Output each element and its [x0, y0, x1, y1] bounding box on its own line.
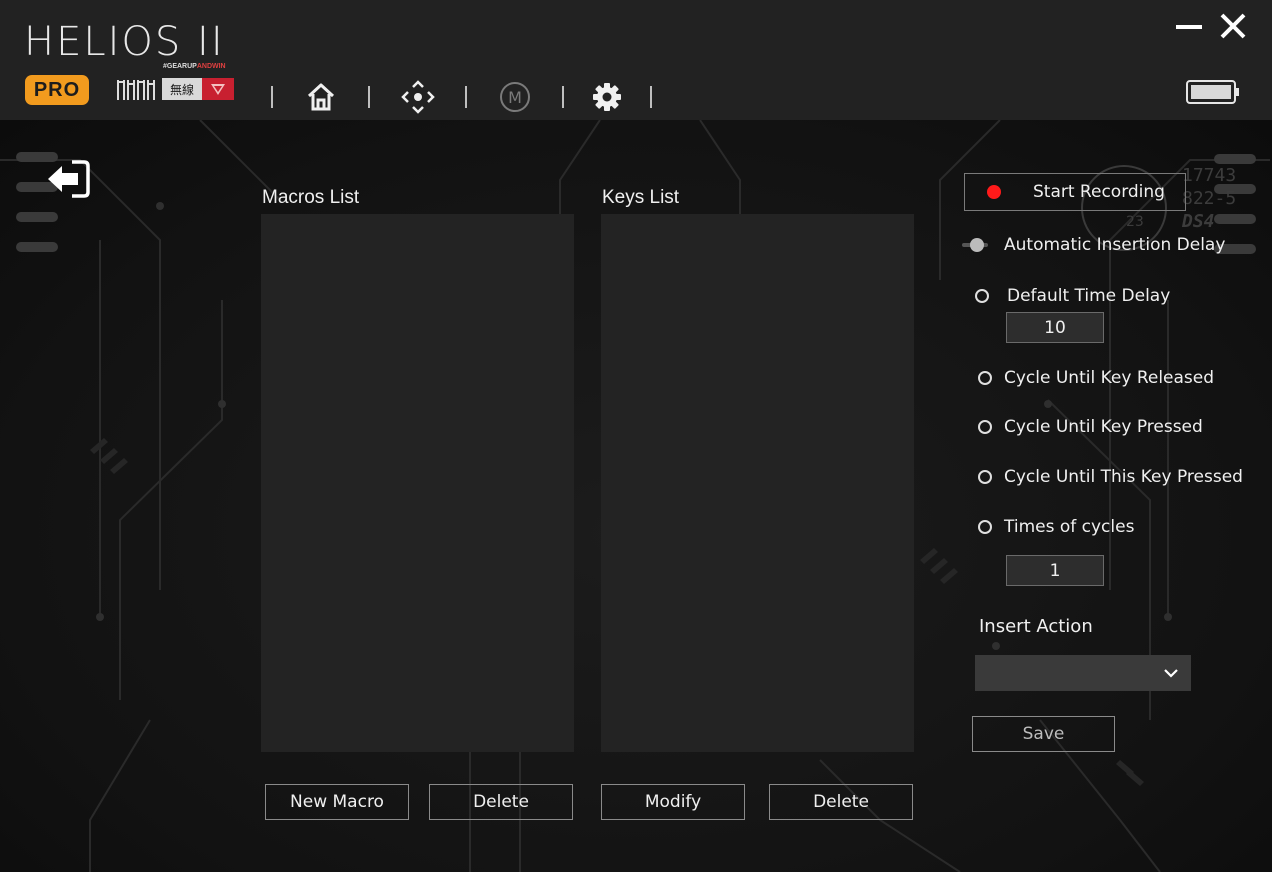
auto-delay-label: Automatic Insertion Delay [1004, 235, 1226, 255]
cycle-until-released-option[interactable]: Cycle Until Key Released [978, 368, 1214, 388]
pro-badge: PRO [25, 75, 89, 105]
keys-list-title: Keys List [602, 187, 680, 208]
cycle-released-radio[interactable] [978, 371, 992, 385]
close-icon[interactable] [1216, 10, 1250, 44]
delete-key-button[interactable]: Delete [769, 784, 913, 820]
chevron-down-icon [1163, 665, 1179, 681]
decor-line: 822-5 [1182, 188, 1237, 209]
decor-line: 17743 [1182, 165, 1237, 186]
decor-text: 17743 822-5 DS4 [1182, 164, 1236, 233]
cycle-pressed-radio[interactable] [978, 420, 992, 434]
insert-action-select[interactable] [975, 655, 1191, 691]
times-of-cycles-input[interactable]: 1 [1006, 555, 1104, 586]
app-logo: HELIOS II [24, 19, 225, 65]
macros-list-title: Macros List [262, 187, 360, 208]
brand-emblem-icon [202, 78, 234, 100]
times-of-cycles-radio[interactable] [978, 520, 992, 534]
start-recording-label: Start Recording [1033, 182, 1165, 202]
auto-delay-option[interactable]: Automatic Insertion Delay [962, 235, 1225, 255]
logo-tag-suffix: ANDWIN [196, 63, 226, 70]
cycle-this-pressed-label: Cycle Until This Key Pressed [1004, 467, 1243, 487]
battery-icon [1186, 80, 1240, 104]
logo-tagline: #GEARUPANDWIN [163, 63, 226, 70]
times-of-cycles-label: Times of cycles [1004, 517, 1135, 537]
logo-tag-prefix: #GEARUP [163, 63, 197, 70]
cycle-until-this-pressed-option[interactable]: Cycle Until This Key Pressed [978, 467, 1243, 487]
delete-macro-button[interactable]: Delete [429, 784, 573, 820]
default-delay-label: Default Time Delay [1007, 286, 1171, 306]
default-delay-radio[interactable] [975, 289, 989, 303]
default-delay-input[interactable]: 10 [1006, 312, 1104, 343]
record-icon [987, 185, 1001, 199]
minimize-icon[interactable] [1172, 10, 1206, 44]
new-macro-button[interactable]: New Macro [265, 784, 409, 820]
macros-list[interactable] [261, 214, 574, 752]
gear-icon[interactable] [590, 80, 624, 114]
times-of-cycles-option[interactable]: Times of cycles [978, 517, 1134, 537]
move-icon[interactable] [401, 80, 435, 114]
macro-icon[interactable]: M [498, 80, 532, 114]
default-delay-option[interactable]: Default Time Delay [975, 286, 1170, 306]
start-recording-button[interactable]: Start Recording [964, 173, 1186, 211]
nav-divider [562, 86, 564, 108]
nav-divider [368, 86, 370, 108]
auto-delay-toggle[interactable] [962, 238, 988, 252]
modify-key-button[interactable]: Modify [601, 784, 745, 820]
back-icon[interactable] [44, 158, 92, 200]
cycle-pressed-label: Cycle Until Key Pressed [1004, 417, 1203, 437]
home-icon[interactable] [304, 80, 338, 114]
nav-divider [465, 86, 467, 108]
nav-divider [650, 86, 652, 108]
brand-mark-icon [116, 76, 156, 102]
cycle-this-pressed-radio[interactable] [978, 470, 992, 484]
decor-line: DS4 [1182, 211, 1215, 232]
nav-divider [271, 86, 273, 108]
cycle-until-pressed-option[interactable]: Cycle Until Key Pressed [978, 417, 1203, 437]
wireless-badge: 無線 [162, 78, 202, 100]
decor-gauge: 23 [1126, 214, 1144, 230]
title-bar: HELIOS II #GEARUPANDWIN PRO 無線 M [0, 0, 1272, 120]
keys-list[interactable] [601, 214, 914, 752]
save-button[interactable]: Save [972, 716, 1115, 752]
insert-action-label: Insert Action [979, 616, 1093, 637]
svg-text:M: M [508, 88, 522, 107]
cycle-released-label: Cycle Until Key Released [1004, 368, 1215, 388]
